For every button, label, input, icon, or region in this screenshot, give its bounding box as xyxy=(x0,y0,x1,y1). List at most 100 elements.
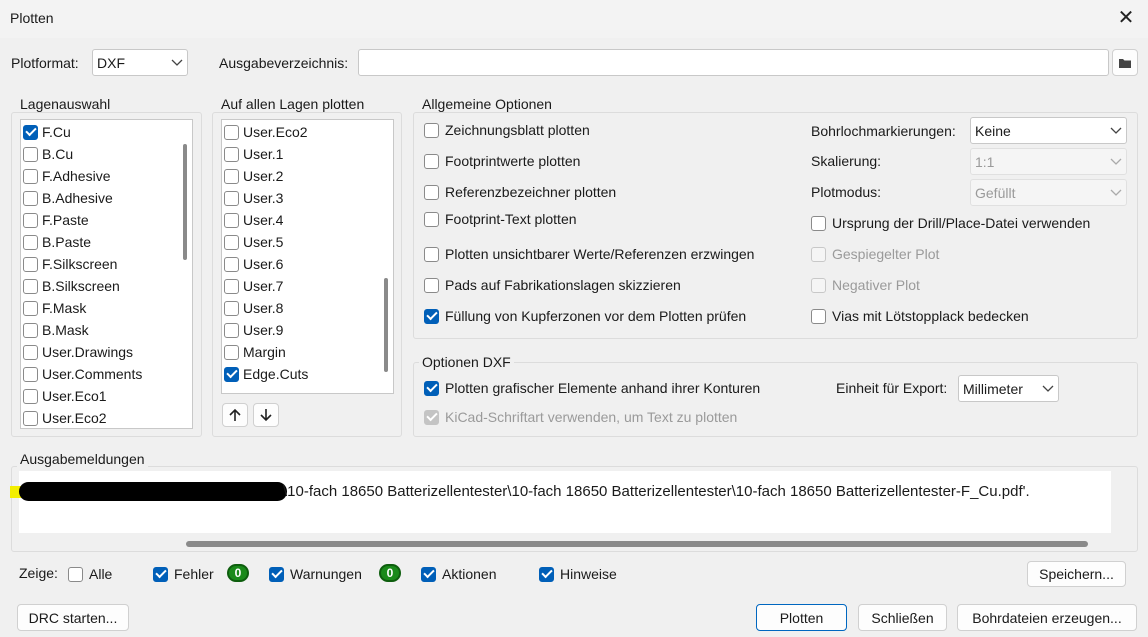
layer-checkbox[interactable] xyxy=(23,212,38,228)
plot-button[interactable]: Plotten xyxy=(756,604,847,631)
layer-item[interactable]: F.Mask xyxy=(21,297,192,319)
layer-checkbox[interactable] xyxy=(23,124,38,140)
general-option[interactable]: Footprintwerte plotten xyxy=(424,153,580,169)
layer-checkbox[interactable] xyxy=(23,300,38,316)
general-option-checkbox[interactable] xyxy=(424,211,439,227)
general-right-option[interactable]: Gespiegelter Plot xyxy=(811,246,939,262)
layer-checkbox[interactable] xyxy=(23,344,38,360)
layer-list-scrollbar[interactable] xyxy=(177,120,192,428)
layer-checkbox[interactable] xyxy=(23,168,38,184)
layer-list-scroll-thumb[interactable] xyxy=(183,144,187,260)
layer-checkbox[interactable] xyxy=(23,234,38,250)
filter-errors-checkbox[interactable] xyxy=(153,566,168,582)
layer-list[interactable]: F.Cu B.Cu F.Adhesive B.Adhesive F.Paste B.Pas… xyxy=(20,119,193,429)
general-option-checkbox[interactable] xyxy=(424,153,439,169)
all-layers-checkbox[interactable] xyxy=(224,322,239,338)
browse-folder-button[interactable] xyxy=(1112,49,1138,76)
all-layers-item[interactable]: User.8 xyxy=(222,297,393,319)
all-layers-item[interactable]: User.9 xyxy=(222,319,393,341)
dxf-contours-option[interactable]: Plotten grafischer Elemente anhand ihrer… xyxy=(424,380,760,396)
layer-checkbox[interactable] xyxy=(23,388,38,404)
drc-start-button[interactable]: DRC starten... xyxy=(17,604,129,631)
close-icon[interactable]: ✕ xyxy=(1114,6,1138,30)
all-layers-item[interactable]: Edge.Cuts xyxy=(222,363,393,385)
general-right-option-checkbox[interactable] xyxy=(811,215,826,231)
save-messages-button[interactable]: Speichern... xyxy=(1027,561,1126,587)
general-right-option[interactable]: Vias mit Lötstopplack bedecken xyxy=(811,308,1029,324)
all-layers-checkbox[interactable] xyxy=(224,190,239,206)
general-right-option-checkbox[interactable] xyxy=(811,246,826,262)
all-layers-checkbox[interactable] xyxy=(224,256,239,272)
layer-checkbox[interactable] xyxy=(23,190,38,206)
all-layers-item[interactable]: User.2 xyxy=(222,165,393,187)
move-down-button[interactable] xyxy=(253,403,279,427)
general-option[interactable]: Zeichnungsblatt plotten xyxy=(424,122,590,138)
layer-item[interactable]: F.Paste xyxy=(21,209,192,231)
layer-checkbox[interactable] xyxy=(23,278,38,294)
filter-errors-option[interactable]: Fehler xyxy=(153,566,214,582)
all-layers-checkbox[interactable] xyxy=(224,278,239,294)
outdir-input[interactable] xyxy=(358,49,1109,76)
general-right-option[interactable]: Ursprung der Drill/Place-Datei verwenden xyxy=(811,215,1090,231)
filter-warnings-checkbox[interactable] xyxy=(269,566,284,582)
layer-item[interactable]: User.Drawings xyxy=(21,341,192,363)
all-layers-list[interactable]: User.Eco2 User.1 User.2 User.3 User.4 User.5 U… xyxy=(221,119,394,394)
messages-panel[interactable] xyxy=(19,471,1111,533)
all-layers-checkbox[interactable] xyxy=(224,344,239,360)
layer-checkbox[interactable] xyxy=(23,366,38,382)
filter-all-option[interactable]: Alle xyxy=(68,566,112,582)
plot-mode-select[interactable]: Gefüllt xyxy=(970,179,1127,206)
layer-item[interactable]: User.Eco1 xyxy=(21,385,192,407)
all-layers-scrollbar[interactable] xyxy=(378,120,393,393)
general-option[interactable]: Pads auf Fabrikationslagen skizzieren xyxy=(424,277,681,293)
all-layers-item[interactable]: User.Eco2 xyxy=(222,121,393,143)
layer-checkbox[interactable] xyxy=(23,322,38,338)
general-option[interactable]: Füllung von Kupferzonen vor dem Plotten … xyxy=(424,308,746,324)
layer-item[interactable]: User.Eco2 xyxy=(21,407,192,428)
filter-warnings-option[interactable]: Warnungen xyxy=(269,566,362,582)
layer-item[interactable]: B.Mask xyxy=(21,319,192,341)
layer-checkbox[interactable] xyxy=(23,410,38,426)
general-option[interactable]: Plotten unsichtbarer Werte/Referenzen er… xyxy=(424,246,754,262)
all-layers-checkbox[interactable] xyxy=(224,168,239,184)
messages-h-scrollbar[interactable] xyxy=(186,541,1088,547)
layer-item[interactable]: F.Cu xyxy=(21,121,192,143)
general-option[interactable]: Referenzbezeichner plotten xyxy=(424,184,616,200)
dxf-kicad-font-option[interactable]: KiCad-Schriftart verwenden, um Text zu p… xyxy=(424,409,737,425)
all-layers-item[interactable]: User.7 xyxy=(222,275,393,297)
general-option-checkbox[interactable] xyxy=(424,277,439,293)
filter-actions-option[interactable]: Aktionen xyxy=(421,566,496,582)
layer-item[interactable]: B.Paste xyxy=(21,231,192,253)
plotformat-select[interactable]: DXF xyxy=(92,49,188,76)
all-layers-item[interactable]: User.4 xyxy=(222,209,393,231)
all-layers-item[interactable]: User.3 xyxy=(222,187,393,209)
all-layers-checkbox[interactable] xyxy=(224,366,239,382)
all-layers-item[interactable]: Margin xyxy=(222,341,393,363)
general-right-option-checkbox[interactable] xyxy=(811,277,826,293)
move-up-button[interactable] xyxy=(222,403,248,427)
general-option[interactable]: Footprint-Text plotten xyxy=(424,211,577,227)
all-layers-item[interactable]: User.1 xyxy=(222,143,393,165)
filter-all-checkbox[interactable] xyxy=(68,566,83,582)
all-layers-checkbox[interactable] xyxy=(224,234,239,250)
general-option-checkbox[interactable] xyxy=(424,308,439,324)
all-layers-checkbox[interactable] xyxy=(224,124,239,140)
all-layers-checkbox[interactable] xyxy=(224,300,239,316)
layer-checkbox[interactable] xyxy=(23,256,38,272)
layer-item[interactable]: F.Adhesive xyxy=(21,165,192,187)
general-right-option[interactable]: Negativer Plot xyxy=(811,277,920,293)
close-button[interactable]: Schließen xyxy=(858,604,947,631)
all-layers-checkbox[interactable] xyxy=(224,212,239,228)
dxf-contours-checkbox[interactable] xyxy=(424,380,439,396)
scale-select[interactable]: 1:1 xyxy=(970,148,1127,175)
layer-item[interactable]: User.Comments xyxy=(21,363,192,385)
all-layers-checkbox[interactable] xyxy=(224,146,239,162)
general-option-checkbox[interactable] xyxy=(424,184,439,200)
general-right-option-checkbox[interactable] xyxy=(811,308,826,324)
general-option-checkbox[interactable] xyxy=(424,122,439,138)
export-unit-select[interactable]: Millimeter xyxy=(958,375,1059,402)
layer-item[interactable]: B.Silkscreen xyxy=(21,275,192,297)
filter-infos-option[interactable]: Hinweise xyxy=(539,566,617,582)
generate-drill-files-button[interactable]: Bohrdateien erzeugen... xyxy=(957,604,1137,631)
drill-marks-select[interactable]: Keine xyxy=(970,117,1127,144)
